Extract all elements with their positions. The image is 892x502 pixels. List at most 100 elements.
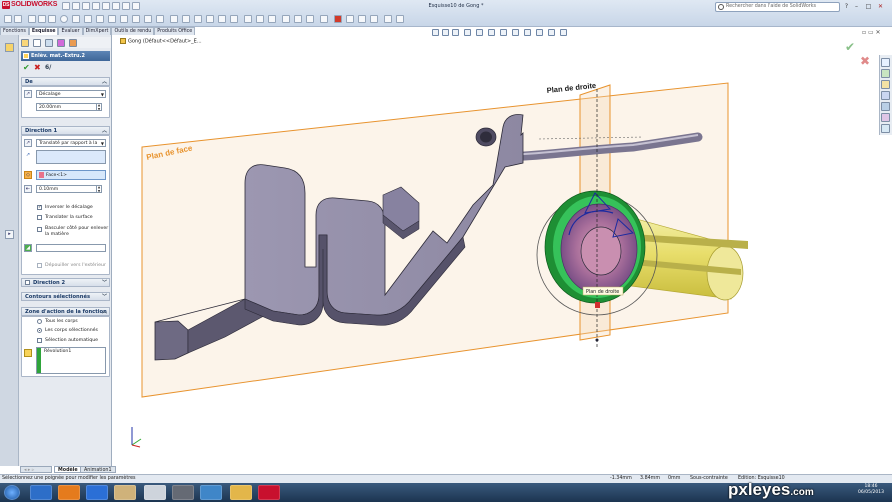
detailed-preview-button[interactable]: 6/	[45, 63, 51, 72]
minimize-button[interactable]: –	[852, 3, 861, 10]
edit-appearance-icon[interactable]	[512, 29, 519, 36]
from-condition-select[interactable]: Décalage ▼	[36, 90, 106, 98]
sketch-picture-icon[interactable]	[320, 15, 328, 23]
document-icon[interactable]	[144, 485, 166, 500]
mirror-icon[interactable]	[206, 15, 214, 23]
print-icon[interactable]	[92, 2, 100, 10]
view-orientation-icon[interactable]	[346, 15, 354, 23]
hide-show-icon[interactable]	[384, 15, 392, 23]
tab-modele[interactable]: Modèle	[54, 466, 82, 473]
repair-sketch-icon[interactable]	[256, 15, 264, 23]
word-icon[interactable]	[86, 485, 108, 500]
appearance-icon[interactable]	[396, 15, 404, 23]
quick-snaps-icon[interactable]	[268, 15, 276, 23]
realview-icon[interactable]	[560, 29, 567, 36]
zoom-to-area-icon[interactable]	[442, 29, 449, 36]
contours-header[interactable]: Contours sélectionnés ﹀	[21, 292, 110, 301]
save-icon[interactable]	[82, 2, 90, 10]
convert-entities-icon[interactable]	[182, 15, 190, 23]
new-file-icon[interactable]	[62, 2, 70, 10]
explorer-icon[interactable]	[114, 485, 136, 500]
tab-produits-office[interactable]: Produits Office	[154, 27, 196, 35]
ellipse-icon[interactable]	[108, 15, 116, 23]
text-icon[interactable]	[144, 15, 152, 23]
tab-scroll-controls[interactable]: ◂ ▸ ▹	[20, 466, 52, 473]
close-button[interactable]: ✕	[876, 3, 885, 10]
direction1-header[interactable]: Direction 1 ︿	[21, 126, 110, 135]
smart-dimension-icon[interactable]	[14, 15, 22, 23]
instant2d-icon[interactable]	[294, 15, 302, 23]
view-palette-icon[interactable]	[881, 91, 890, 100]
feature-tree-icon[interactable]	[5, 43, 14, 52]
all-bodies-radio[interactable]	[37, 319, 42, 324]
undo-icon[interactable]	[102, 2, 110, 10]
circle-icon[interactable]	[60, 15, 68, 23]
reverse-offset-checkbox[interactable]: ✓	[37, 205, 42, 210]
spline-icon[interactable]	[96, 15, 104, 23]
propertymanager-tab-icon[interactable]	[33, 39, 41, 47]
solidworks-taskbar-icon[interactable]	[258, 485, 280, 500]
direction2-header[interactable]: Direction 2 ﹀	[21, 278, 110, 287]
rapid-sketch-icon[interactable]	[282, 15, 290, 23]
confirm-cancel-icon[interactable]: ✖	[860, 54, 870, 68]
slot-icon[interactable]	[48, 15, 56, 23]
fillet-icon[interactable]	[120, 15, 128, 23]
appearances-icon[interactable]	[881, 102, 890, 111]
selected-bodies-radio[interactable]	[37, 328, 42, 333]
ok-button[interactable]: ✔	[23, 63, 30, 72]
help-search-input[interactable]: Rechercher dans l'aide de SolidWorks	[715, 2, 840, 12]
feature-tree-flyout[interactable]: Gong (Défaut<<Défaut>_E...	[120, 38, 240, 46]
tab-animation1[interactable]: Animation1	[80, 466, 116, 473]
end-condition-select[interactable]: Translaté par rapport à la ▼	[36, 139, 106, 147]
custom-properties-icon[interactable]	[881, 113, 890, 122]
direction2-checkbox[interactable]	[25, 280, 30, 285]
tab-outils-de-rendu[interactable]: Outils de rendu	[111, 27, 155, 35]
arc-icon[interactable]	[72, 15, 80, 23]
folder-icon[interactable]	[230, 485, 252, 500]
move-entities-icon[interactable]	[230, 15, 238, 23]
tab-fonctions[interactable]: Fonctions	[0, 27, 29, 35]
solidworks-logo[interactable]: DS SOLIDWORKS	[2, 1, 62, 12]
display-pane-icon[interactable]	[548, 29, 555, 36]
zoom-to-fit-icon[interactable]	[432, 29, 439, 36]
dimxpert-tab-icon[interactable]	[57, 39, 65, 47]
exit-sketch-icon[interactable]	[334, 15, 342, 23]
direction-vector-box[interactable]	[36, 150, 106, 164]
spinner-icon[interactable]: ▲ ▼	[96, 185, 101, 193]
help-icon[interactable]: ?	[842, 3, 851, 10]
tab-evaluer[interactable]: Evaluer	[58, 27, 83, 35]
start-button[interactable]	[4, 485, 20, 500]
hide-show-items-icon[interactable]	[500, 29, 507, 36]
view-settings-icon[interactable]	[536, 29, 543, 36]
body-list-item[interactable]: Révolution1	[44, 349, 71, 354]
auto-select-checkbox[interactable]	[37, 338, 42, 343]
point-icon[interactable]	[156, 15, 164, 23]
spinner-icon[interactable]: ▲ ▼	[96, 103, 101, 111]
trim-icon[interactable]	[170, 15, 178, 23]
draft-outward-checkbox[interactable]	[37, 263, 42, 268]
display-manager-tab-icon[interactable]	[69, 39, 77, 47]
tab-esquisse[interactable]: Esquisse	[28, 27, 59, 35]
file-explorer-icon[interactable]	[881, 80, 890, 89]
previous-view-icon[interactable]	[452, 29, 459, 36]
from-offset-input[interactable]: 20.00mm ▲ ▼	[36, 103, 102, 111]
face-selection-box[interactable]: Face<1>	[36, 170, 106, 180]
viewport-window-controls[interactable]: ▫ ▭ ✕	[862, 29, 890, 37]
shaded-sketch-icon[interactable]	[306, 15, 314, 23]
firefox-icon[interactable]	[58, 485, 80, 500]
options-icon[interactable]	[132, 2, 140, 10]
rectangle-icon[interactable]	[38, 15, 46, 23]
media-icon[interactable]	[172, 485, 194, 500]
polygon-icon[interactable]	[84, 15, 92, 23]
view-orientation-icon[interactable]	[476, 29, 483, 36]
origin-handle[interactable]	[595, 302, 600, 308]
confirm-ok-icon[interactable]: ✔	[845, 40, 855, 54]
apply-scene-icon[interactable]	[524, 29, 531, 36]
direction1-offset-input[interactable]: 0.10mm ▲ ▼	[36, 185, 102, 193]
translate-surface-checkbox[interactable]	[37, 215, 42, 220]
reverse-direction-icon[interactable]: ↗	[24, 139, 32, 147]
section-view-icon[interactable]	[358, 15, 366, 23]
open-file-icon[interactable]	[72, 2, 80, 10]
maximize-button[interactable]: □	[864, 3, 873, 10]
linear-pattern-icon[interactable]	[218, 15, 226, 23]
